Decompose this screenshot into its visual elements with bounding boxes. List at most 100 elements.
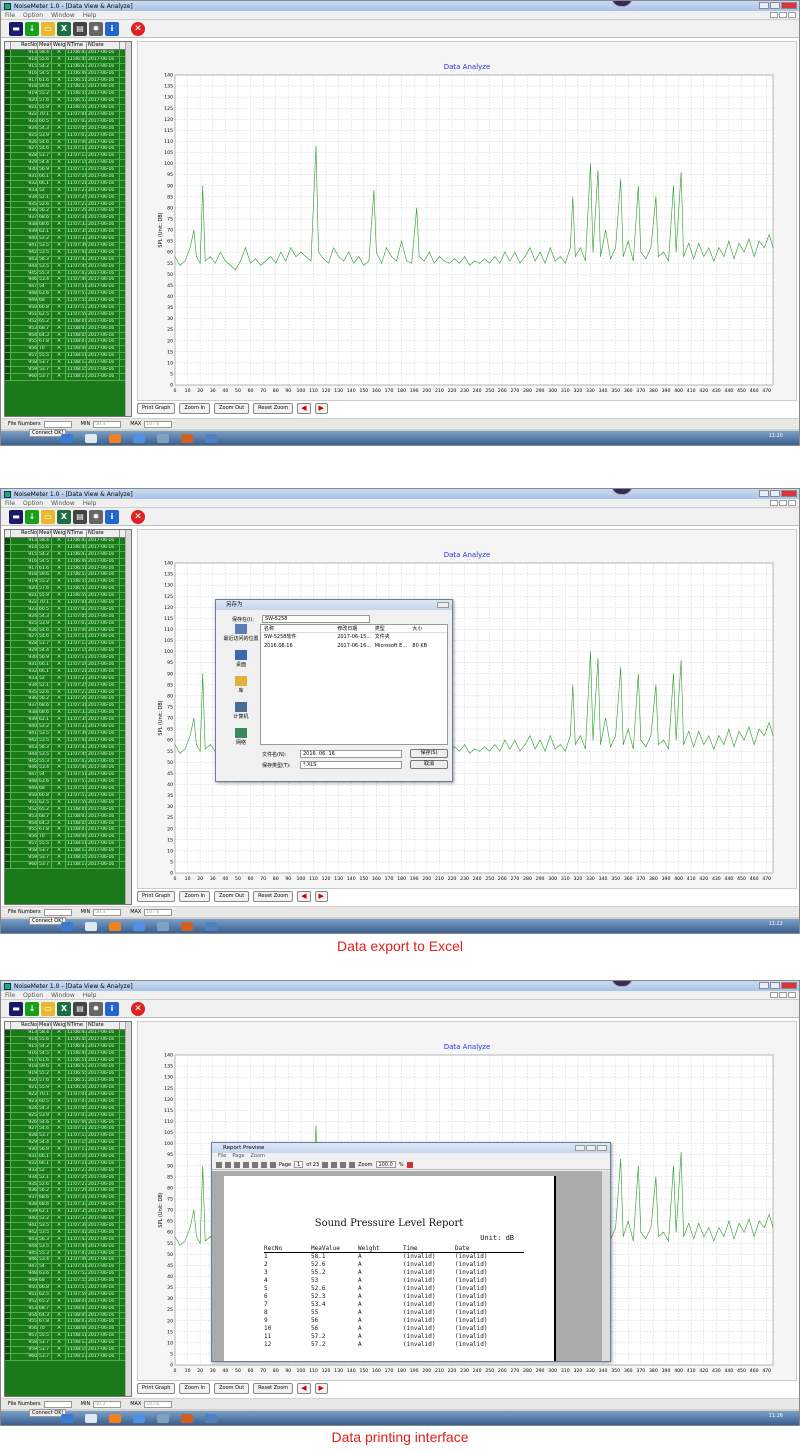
table-row[interactable]: 922 70.1 A 11:07:01 2017-06-16 (5, 1092, 125, 1099)
scroll-left-button[interactable]: ◀ (297, 890, 311, 902)
mdi-control-button[interactable] (770, 500, 778, 506)
taskbar-app-button[interactable] (205, 1414, 217, 1423)
table-row[interactable]: 952 65.2 A 11:08:01 2017-06-16 (5, 318, 125, 326)
menu-file[interactable]: File (5, 12, 15, 19)
preview-menu-item[interactable]: File (218, 1153, 226, 1160)
maximize-button[interactable] (770, 2, 780, 9)
table-row[interactable]: 931 66.1 A 11:07:19 2017-06-16 (5, 1154, 125, 1161)
table-row[interactable]: 945 55.3 A 11:07:47 2017-06-16 (5, 1250, 125, 1258)
table-row[interactable]: 945 55.3 A 11:07:47 2017-06-16 (5, 758, 125, 766)
table-row[interactable]: 959 53.7 A 11:08:15 2017-06-16 (5, 1346, 125, 1354)
taskbar-app-button[interactable] (181, 434, 193, 443)
grid-column-header[interactable]: NTime (66, 1022, 87, 1029)
table-row[interactable]: 913 58.4 A 11:06:43 2017-06-16 (5, 1030, 125, 1037)
table-row[interactable]: 937 68.6 A 11:07:31 2017-06-16 (5, 1195, 125, 1203)
download-icon[interactable]: ↓ (25, 509, 39, 524)
table-row[interactable]: 944 53.5 A 11:07:45 2017-06-16 (5, 263, 125, 271)
mdi-control-button[interactable] (788, 992, 796, 998)
table-row[interactable]: 922 70.1 A 11:07:01 2017-06-16 (5, 112, 125, 119)
table-row[interactable]: 949 68 A 11:07:55 2017-06-16 (5, 786, 125, 793)
taskbar-app-button[interactable] (157, 434, 169, 443)
table-row[interactable]: 954 64.3 A 11:08:05 2017-06-16 (5, 332, 125, 340)
grid-column-header[interactable]: RecNo (11, 42, 38, 49)
table-row[interactable]: 959 53.7 A 11:08:15 2017-06-16 (5, 366, 125, 374)
table-row[interactable]: 960 53.7 A 11:08:17 2017-06-16 (5, 861, 125, 869)
taskbar-app-button[interactable] (205, 922, 217, 931)
table-row[interactable]: 960 53.7 A 11:08:17 2017-06-16 (5, 1353, 125, 1361)
table-row[interactable]: 930 56.9 A 11:07:17 2017-06-16 (5, 1147, 125, 1155)
grid-column-header[interactable]: MeaVal (38, 42, 52, 49)
table-row[interactable]: 956 70 A 11:08:09 2017-06-16 (5, 346, 125, 354)
table-row[interactable]: 923 60.5 A 11:07:03 2017-06-16 (5, 606, 125, 614)
table-row[interactable]: 951 62.5 A 11:07:59 2017-06-16 (5, 311, 125, 319)
menu-help[interactable]: Help (83, 992, 97, 999)
table-row[interactable]: 935 52.6 A 11:07:27 2017-06-16 (5, 689, 125, 697)
table-row[interactable]: 950 66.8 A 11:07:57 2017-06-16 (5, 1284, 125, 1292)
save-in-select[interactable]: SW-5258 (262, 615, 370, 623)
taskbar-app-button[interactable] (157, 1414, 169, 1423)
taskbar-app-button[interactable] (133, 1414, 145, 1423)
table-row[interactable]: 947 54 A 11:07:51 2017-06-16 (5, 284, 125, 292)
table-row[interactable]: 929 54.4 A 11:07:15 2017-06-16 (5, 160, 125, 168)
minimize-button[interactable] (759, 2, 769, 9)
table-row[interactable]: 919 55.2 A 11:06:55 2017-06-16 (5, 91, 125, 99)
table-row[interactable]: 926 54.6 A 11:07:09 2017-06-16 (5, 627, 125, 635)
table-row[interactable]: 936 56.2 A 11:07:29 2017-06-16 (5, 1188, 125, 1196)
print-graph-button[interactable]: Print Graph (137, 1382, 176, 1394)
menu-window[interactable]: Window (51, 992, 75, 999)
zoom-out-button[interactable]: Zoom Out (214, 890, 250, 902)
maximize-button[interactable] (770, 982, 780, 989)
taskbar-app-button[interactable] (61, 434, 73, 443)
data-grid[interactable]: RecNoMeaValWeighNTimeNDate91358.4A11:06:… (4, 41, 132, 417)
close-button[interactable] (781, 2, 797, 9)
monitor-icon[interactable]: ▬ (9, 509, 23, 524)
table-row[interactable]: 930 56.9 A 11:07:17 2017-06-16 (5, 655, 125, 663)
place-item[interactable]: 网络 (222, 728, 260, 754)
dialog-close-button[interactable] (437, 602, 449, 608)
taskbar-app-button[interactable] (205, 434, 217, 443)
zoom-out-button[interactable]: Zoom Out (214, 1382, 250, 1394)
table-row[interactable]: 934 52.1 A 11:07:25 2017-06-16 (5, 682, 125, 690)
print-graph-button[interactable]: Print Graph (137, 402, 176, 414)
table-row[interactable]: 913 58.4 A 11:06:43 2017-06-16 (5, 50, 125, 57)
table-row[interactable]: 927 54.6 A 11:07:11 2017-06-16 (5, 1126, 125, 1134)
save-icon[interactable] (225, 1161, 231, 1168)
taskbar-app-button[interactable] (133, 922, 145, 931)
grid-column-header[interactable]: NDate (87, 42, 120, 49)
table-row[interactable]: 940 52.2 A 11:07:37 2017-06-16 (5, 724, 125, 731)
table-row[interactable]: 926 54.6 A 11:07:09 2017-06-16 (5, 1119, 125, 1127)
print-graph-button[interactable]: Print Graph (137, 890, 176, 902)
table-row[interactable]: 922 70.1 A 11:07:01 2017-06-16 (5, 600, 125, 607)
scroll-left-button[interactable]: ◀ (297, 1382, 311, 1394)
table-row[interactable]: 929 54.4 A 11:07:15 2017-06-16 (5, 1140, 125, 1148)
table-row[interactable]: 920 57.6 A 11:06:57 2017-06-16 (5, 1078, 125, 1086)
table-row[interactable]: 948 63.6 A 11:07:53 2017-06-16 (5, 779, 125, 787)
table-row[interactable]: 931 66.1 A 11:07:19 2017-06-16 (5, 662, 125, 669)
table-row[interactable]: 935 52.6 A 11:07:27 2017-06-16 (5, 201, 125, 209)
table-row[interactable]: 917 61.6 A 11:06:51 2017-06-16 (5, 1057, 125, 1065)
file-column-header[interactable]: 大小 (409, 625, 447, 632)
table-row[interactable]: 915 54.2 A 11:06:47 2017-06-16 (5, 551, 125, 559)
table-row[interactable]: 937 68.6 A 11:07:31 2017-06-16 (5, 215, 125, 223)
menu-file[interactable]: File (5, 500, 15, 507)
table-row[interactable]: 940 52.2 A 11:07:37 2017-06-16 (5, 236, 125, 243)
exit-icon[interactable]: ✕ (131, 1001, 145, 1016)
table-row[interactable]: 934 52.1 A 11:07:25 2017-06-16 (5, 1174, 125, 1182)
taskbar-app-button[interactable] (109, 922, 121, 931)
table-row[interactable]: 921 55.9 A 11:06:59 2017-06-16 (5, 1085, 125, 1093)
grid-scrollbar[interactable] (125, 42, 131, 416)
table-row[interactable]: 939 62.1 A 11:07:35 2017-06-16 (5, 1209, 125, 1217)
settings-gear-icon[interactable]: ✹ (89, 509, 103, 524)
info-icon[interactable]: i (105, 509, 119, 524)
taskbar-app-button[interactable] (133, 434, 145, 443)
table-row[interactable]: 933 52 A 11:07:23 2017-06-16 (5, 675, 125, 683)
taskbar-app-button[interactable] (61, 922, 73, 931)
table-row[interactable]: 937 68.6 A 11:07:31 2017-06-16 (5, 703, 125, 711)
table-row[interactable]: 942 53.5 A 11:07:41 2017-06-16 (5, 1229, 125, 1237)
last-page-icon[interactable] (270, 1161, 276, 1168)
table-row[interactable]: 941 53.5 A 11:07:39 2017-06-16 (5, 1222, 125, 1230)
taskbar-app-button[interactable] (157, 922, 169, 931)
table-row[interactable]: 914 55.6 A 11:06:45 2017-06-16 (5, 56, 125, 64)
scroll-right-button[interactable]: ▶ (314, 402, 328, 414)
printer-icon[interactable]: ▤ (73, 21, 87, 36)
